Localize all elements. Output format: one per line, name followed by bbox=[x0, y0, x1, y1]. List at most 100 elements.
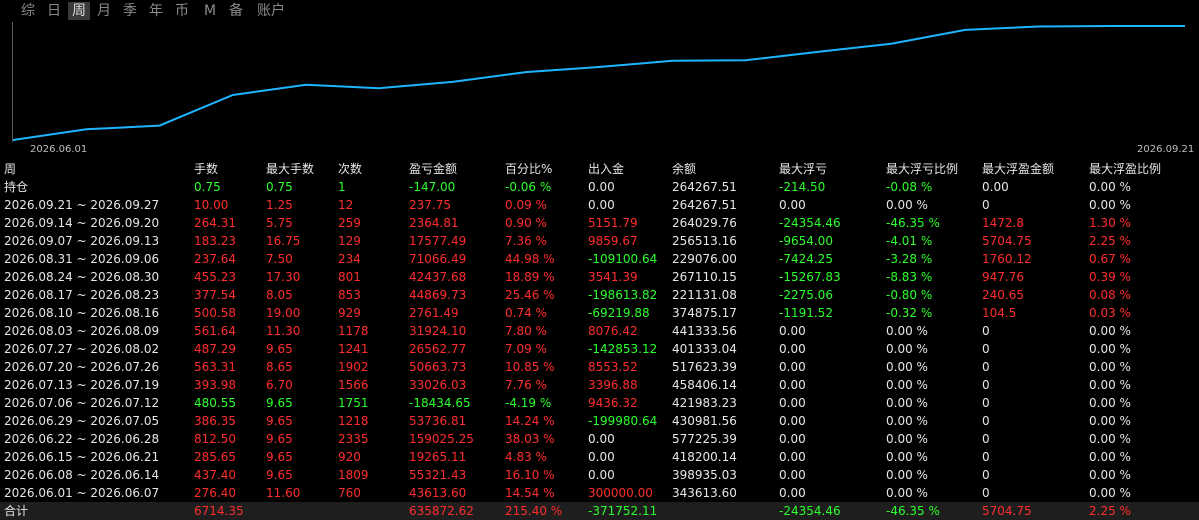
cell-max-float-profit: 104.5 bbox=[982, 304, 1016, 322]
cell-lots: 237.64 bbox=[194, 250, 236, 268]
cell-lots: 183.23 bbox=[194, 232, 236, 250]
cell-max-float-loss-pct: -46.35 % bbox=[886, 502, 940, 520]
table-row[interactable]: 2026.06.01 ~ 2026.06.07276.4011.60760436… bbox=[0, 484, 1199, 502]
cell-max-float-loss-pct: -8.83 % bbox=[886, 268, 932, 286]
cell-count: 次数 bbox=[338, 160, 362, 178]
table-row[interactable]: 2026.07.06 ~ 2026.07.12480.559.651751-18… bbox=[0, 394, 1199, 412]
cell-max-float-profit: 0 bbox=[982, 322, 990, 340]
table-row[interactable]: 2026.06.08 ~ 2026.06.14437.409.651809553… bbox=[0, 466, 1199, 484]
cell-max-lots: 9.65 bbox=[266, 394, 293, 412]
tab-5[interactable]: 年 bbox=[146, 2, 166, 20]
cell-lots: 10.00 bbox=[194, 196, 228, 214]
table-row[interactable]: 2026.06.22 ~ 2026.06.28812.509.652335159… bbox=[0, 430, 1199, 448]
table-row[interactable]: 持仓0.750.751-147.00-0.06 %0.00264267.51-2… bbox=[0, 178, 1199, 196]
table-row[interactable]: 2026.07.20 ~ 2026.07.26563.318.651902506… bbox=[0, 358, 1199, 376]
cell-lots: 480.55 bbox=[194, 394, 236, 412]
tab-0[interactable]: 综 bbox=[18, 2, 38, 20]
cell-max-lots: 9.65 bbox=[266, 466, 293, 484]
table-row[interactable]: 2026.06.29 ~ 2026.07.05386.359.651218537… bbox=[0, 412, 1199, 430]
cell-percent: 38.03 % bbox=[505, 430, 555, 448]
cell-count: 1 bbox=[338, 178, 346, 196]
table-row[interactable]: 2026.09.21 ~ 2026.09.2710.001.2512237.75… bbox=[0, 196, 1199, 214]
table-row[interactable]: 2026.08.17 ~ 2026.08.23377.548.058534486… bbox=[0, 286, 1199, 304]
cell-max-float-profit-pct: 0.00 % bbox=[1089, 412, 1131, 430]
cell-max-float-loss-pct: 0.00 % bbox=[886, 412, 928, 430]
tab-3[interactable]: 月 bbox=[94, 2, 114, 20]
tab-7[interactable]: M bbox=[200, 2, 220, 20]
tab-9[interactable]: 账户 bbox=[254, 2, 288, 20]
table-row[interactable]: 2026.09.14 ~ 2026.09.20264.315.752592364… bbox=[0, 214, 1199, 232]
cell-lots: 6714.35 bbox=[194, 502, 244, 520]
cell-deposit: 8076.42 bbox=[588, 322, 638, 340]
cell-max-float-loss: 0.00 bbox=[779, 412, 806, 430]
table-row[interactable]: 2026.06.15 ~ 2026.06.21285.659.659201926… bbox=[0, 448, 1199, 466]
period-tab-bar: 综日周月季年币M备账户 bbox=[0, 0, 1199, 22]
table-total-row[interactable]: 合计6714.35635872.62215.40 %-371752.11-243… bbox=[0, 502, 1199, 520]
cell-pnl: 44869.73 bbox=[409, 286, 466, 304]
cell-balance: 517623.39 bbox=[672, 358, 737, 376]
cell-lots: 561.64 bbox=[194, 322, 236, 340]
cell-period: 2026.07.27 ~ 2026.08.02 bbox=[4, 340, 159, 358]
cell-max-float-profit-pct: 0.00 % bbox=[1089, 358, 1131, 376]
cell-balance: 374875.17 bbox=[672, 304, 737, 322]
cell-pnl: 55321.43 bbox=[409, 466, 466, 484]
tab-1[interactable]: 日 bbox=[44, 2, 64, 20]
cell-max-float-loss-pct: 0.00 % bbox=[886, 322, 928, 340]
cell-balance: 398935.03 bbox=[672, 466, 737, 484]
cell-period: 2026.07.13 ~ 2026.07.19 bbox=[4, 376, 159, 394]
cell-max-float-loss-pct: 0.00 % bbox=[886, 430, 928, 448]
cell-period: 2026.08.17 ~ 2026.08.23 bbox=[4, 286, 159, 304]
cell-pnl: 50663.73 bbox=[409, 358, 466, 376]
cell-max-float-profit-pct: 0.00 % bbox=[1089, 448, 1131, 466]
cell-lots: 0.75 bbox=[194, 178, 221, 196]
cell-balance: 458406.14 bbox=[672, 376, 737, 394]
cell-max-float-loss-pct: 0.00 % bbox=[886, 358, 928, 376]
table-row[interactable]: 2026.08.31 ~ 2026.09.06237.647.502347106… bbox=[0, 250, 1199, 268]
cell-percent: 16.10 % bbox=[505, 466, 555, 484]
tab-8[interactable]: 备 bbox=[226, 2, 246, 20]
table-row[interactable]: 2026.09.07 ~ 2026.09.13183.2316.75129175… bbox=[0, 232, 1199, 250]
table-header-row[interactable]: 周手数最大手数次数盈亏金额百分比%出入金余额最大浮亏最大浮亏比例最大浮盈金额最大… bbox=[0, 160, 1199, 178]
cell-balance: 577225.39 bbox=[672, 430, 737, 448]
cell-pnl: 43613.60 bbox=[409, 484, 466, 502]
cell-pnl: 26562.77 bbox=[409, 340, 466, 358]
cell-max-float-loss: -24354.46 bbox=[779, 502, 841, 520]
cell-max-float-loss-pct: 0.00 % bbox=[886, 466, 928, 484]
table-row[interactable]: 2026.08.10 ~ 2026.08.16500.5819.00929276… bbox=[0, 304, 1199, 322]
cell-period: 2026.09.07 ~ 2026.09.13 bbox=[4, 232, 159, 250]
cell-percent: 14.54 % bbox=[505, 484, 555, 502]
cell-period: 周 bbox=[4, 160, 16, 178]
tab-4[interactable]: 季 bbox=[120, 2, 140, 20]
cell-lots: 393.98 bbox=[194, 376, 236, 394]
cell-max-float-profit: 0 bbox=[982, 358, 990, 376]
cell-max-lots: 8.65 bbox=[266, 358, 293, 376]
tab-6[interactable]: 币 bbox=[172, 2, 192, 20]
cell-max-float-profit-pct: 0.67 % bbox=[1089, 250, 1131, 268]
cell-pnl: 159025.25 bbox=[409, 430, 474, 448]
cell-max-lots: 11.30 bbox=[266, 322, 300, 340]
table-row[interactable]: 2026.07.27 ~ 2026.08.02487.299.651241265… bbox=[0, 340, 1199, 358]
cell-max-float-profit-pct: 2.25 % bbox=[1089, 232, 1131, 250]
cell-max-lots: 8.05 bbox=[266, 286, 293, 304]
cell-percent: 14.24 % bbox=[505, 412, 555, 430]
cell-max-float-profit: 0 bbox=[982, 376, 990, 394]
cell-balance: 441333.56 bbox=[672, 322, 737, 340]
cell-max-lots: 9.65 bbox=[266, 412, 293, 430]
cell-deposit: -69219.88 bbox=[588, 304, 650, 322]
cell-max-float-loss: -214.50 bbox=[779, 178, 825, 196]
cell-lots: 377.54 bbox=[194, 286, 236, 304]
cell-max-float-profit: 5704.75 bbox=[982, 232, 1032, 250]
cell-period: 2026.07.20 ~ 2026.07.26 bbox=[4, 358, 159, 376]
cell-lots: 264.31 bbox=[194, 214, 236, 232]
table-row[interactable]: 2026.07.13 ~ 2026.07.19393.986.701566330… bbox=[0, 376, 1199, 394]
tab-2[interactable]: 周 bbox=[68, 2, 90, 20]
chart-end-date: 2026.09.21 bbox=[1137, 144, 1194, 155]
table-row[interactable]: 2026.08.03 ~ 2026.08.09561.6411.30117831… bbox=[0, 322, 1199, 340]
cell-pnl: 17577.49 bbox=[409, 232, 466, 250]
cell-max-float-loss-pct: 0.00 % bbox=[886, 340, 928, 358]
cell-lots: 455.23 bbox=[194, 268, 236, 286]
cell-percent: 44.98 % bbox=[505, 250, 555, 268]
cell-pnl: 31924.10 bbox=[409, 322, 466, 340]
cell-pnl: 71066.49 bbox=[409, 250, 466, 268]
table-row[interactable]: 2026.08.24 ~ 2026.08.30455.2317.30801424… bbox=[0, 268, 1199, 286]
